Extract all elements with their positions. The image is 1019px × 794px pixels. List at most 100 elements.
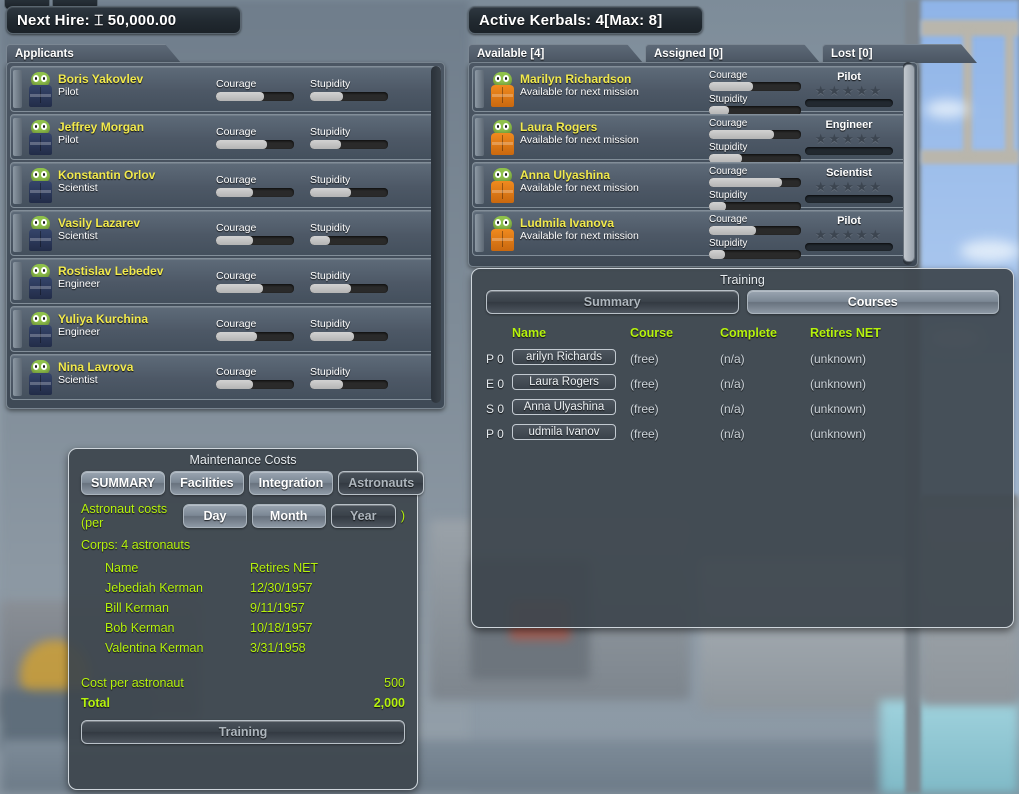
active-kerbal-row[interactable]: Ludmila Ivanova Available for next missio… [472, 210, 914, 259]
astronaut-costs-prefix: Astronaut costs (per [81, 502, 168, 530]
courage-label: Courage [216, 125, 257, 138]
active-kerbal-status: Available for next mission [520, 230, 639, 242]
training-name-button[interactable]: Laura Rogers [512, 374, 616, 390]
training-name-button[interactable]: Anna Ulyashina [512, 399, 616, 415]
applicant-row[interactable]: Nina Lavrova Scientist Courage Stupidity [10, 354, 441, 400]
kerbal-body-icon [491, 181, 514, 203]
active-kerbal-rolebox: Pilot ★★★★★ [801, 67, 897, 111]
training-tab-courses[interactable]: Courses [746, 290, 999, 314]
drag-handle[interactable] [13, 70, 22, 108]
drag-handle[interactable] [13, 214, 22, 252]
drag-handle[interactable] [13, 262, 22, 300]
training-row-complete: (n/a) [720, 426, 745, 441]
maintenance-row-retires: 9/11/1957 [250, 601, 305, 615]
courage-bar [709, 226, 801, 235]
drag-handle[interactable] [13, 166, 22, 204]
stupidity-stat: Stupidity [310, 270, 388, 293]
active-kerbal-row[interactable]: Anna Ulyashina Available for next mission… [472, 162, 914, 211]
courage-stat: Courage [216, 126, 294, 149]
cost-per-astronaut-value: 500 [384, 676, 405, 690]
kerbal-body-icon [491, 133, 514, 155]
active-kerbal-info: Marilyn Richardson Available for next mis… [520, 67, 705, 111]
courage-label: Courage [709, 118, 748, 129]
stupidity-stat: Stupidity [310, 366, 388, 389]
active-scrollbar-thumb[interactable] [903, 64, 915, 262]
tab-lost-label: Lost [0] [831, 48, 873, 60]
applicant-info: Jeffrey Morgan Pilot [58, 115, 208, 159]
applicant-name: Vasily Lazarev [58, 216, 141, 230]
applicant-stats: Courage Stupidity [208, 163, 440, 207]
maint-tab-astronauts[interactable]: Astronauts [338, 471, 425, 495]
applicants-scrollbar[interactable] [431, 66, 441, 403]
training-button[interactable]: Training [81, 720, 405, 744]
kerbal-body-icon [491, 85, 514, 107]
drag-handle[interactable] [475, 118, 484, 156]
maint-tab-summary[interactable]: SUMMARY [81, 471, 166, 495]
stupidity-label: Stupidity [709, 142, 748, 153]
drag-handle[interactable] [475, 214, 484, 252]
training-row-course: (free) [630, 426, 659, 441]
active-tabrow: Available [4] Assigned [0] Lost [0] [468, 44, 979, 63]
courage-bar [216, 283, 294, 293]
stupidity-bar [310, 139, 388, 149]
drag-handle[interactable] [13, 118, 22, 156]
period-tab-year[interactable]: Year [330, 504, 396, 528]
training-name-button[interactable]: udmila Ivanov [512, 424, 616, 440]
applicant-row[interactable]: Konstantin Orlov Scientist Courage Stupidit… [10, 162, 441, 208]
stupidity-bar [310, 379, 388, 389]
active-kerbal-row[interactable]: Laura Rogers Available for next mission Co… [472, 114, 914, 163]
training-row-name-cell: Anna Ulyashina [512, 396, 630, 421]
drag-handle[interactable] [475, 166, 484, 204]
training-row: S 0 Anna Ulyashina (free) (n/a) (unknown) [486, 396, 999, 421]
period-tab-day[interactable]: Day [183, 504, 247, 528]
stupidity-stat: Stupidity [310, 78, 388, 101]
period-tab-month[interactable]: Month [251, 504, 326, 528]
next-hire-label: Next Hire: ⌶ 50,000.00 [17, 11, 177, 29]
maint-tab-facilities[interactable]: Facilities [170, 471, 244, 495]
tab-applicants[interactable]: Applicants [6, 44, 181, 63]
active-kerbals-box: Active Kerbals: 4[Max: 8] [468, 6, 703, 34]
training-table-body: P 0 arilyn Richards (free) (n/a) (unknown) E … [486, 346, 999, 446]
stupidity-bar [310, 331, 388, 341]
applicant-name: Konstantin Orlov [58, 168, 156, 182]
maint-tab-integration[interactable]: Integration [248, 471, 334, 495]
stupidity-stat: Stupidity [310, 222, 388, 245]
tab-assigned[interactable]: Assigned [0] [645, 44, 820, 63]
kerbal-body-icon [29, 325, 52, 347]
training-col-course: Course [630, 326, 674, 340]
training-name-button[interactable]: arilyn Richards [512, 349, 616, 365]
active-kerbal-status: Available for next mission [520, 86, 639, 98]
active-kerbal-row[interactable]: Marilyn Richardson Available for next mis… [472, 66, 914, 115]
stupidity-stat: Stupidity [310, 126, 388, 149]
drag-handle[interactable] [13, 310, 22, 348]
applicant-row[interactable]: Rostislav Lebedev Engineer Courage Stupidit… [10, 258, 441, 304]
tab-applicants-label: Applicants [15, 48, 74, 60]
training-col-prefix [486, 324, 512, 346]
training-row-prefix: E 0 [486, 376, 505, 391]
tab-available[interactable]: Available [4] [468, 44, 643, 63]
kerbal-body-icon [29, 373, 52, 395]
training-tab-summary[interactable]: Summary [486, 290, 739, 314]
applicant-info: Rostislav Lebedev Engineer [58, 259, 208, 303]
training-button-label: Training [218, 725, 268, 739]
applicant-stats: Courage Stupidity [208, 67, 440, 111]
stupidity-label: Stupidity [310, 77, 351, 90]
total-label: Total [81, 696, 110, 710]
training-row: E 0 Laura Rogers (free) (n/a) (unknown) [486, 371, 999, 396]
kerbal-body-icon [491, 229, 514, 251]
tab-lost[interactable]: Lost [0] [822, 44, 977, 63]
drag-handle[interactable] [13, 358, 22, 396]
applicant-role: Scientist [58, 230, 98, 242]
training-row-prefix: P 0 [486, 426, 504, 441]
applicant-stats: Courage Stupidity [208, 355, 440, 399]
applicant-row[interactable]: Jeffrey Morgan Pilot Courage Stupidity [10, 114, 441, 160]
applicant-row[interactable]: Vasily Lazarev Scientist Courage Stupidity [10, 210, 441, 256]
applicant-info: Boris Yakovlev Pilot [58, 67, 208, 111]
drag-handle[interactable] [475, 70, 484, 108]
maintenance-row-name: Jebediah Kerman [105, 581, 203, 595]
applicant-row[interactable]: Boris Yakovlev Pilot Courage Stupidity [10, 66, 441, 112]
avatar [24, 163, 58, 207]
applicant-row[interactable]: Yuliya Kurchina Engineer Courage Stupidity [10, 306, 441, 352]
maintenance-row-name: Bob Kerman [105, 621, 175, 635]
applicants-list-panel: Boris Yakovlev Pilot Courage Stupidity Jeffr… [6, 62, 445, 409]
